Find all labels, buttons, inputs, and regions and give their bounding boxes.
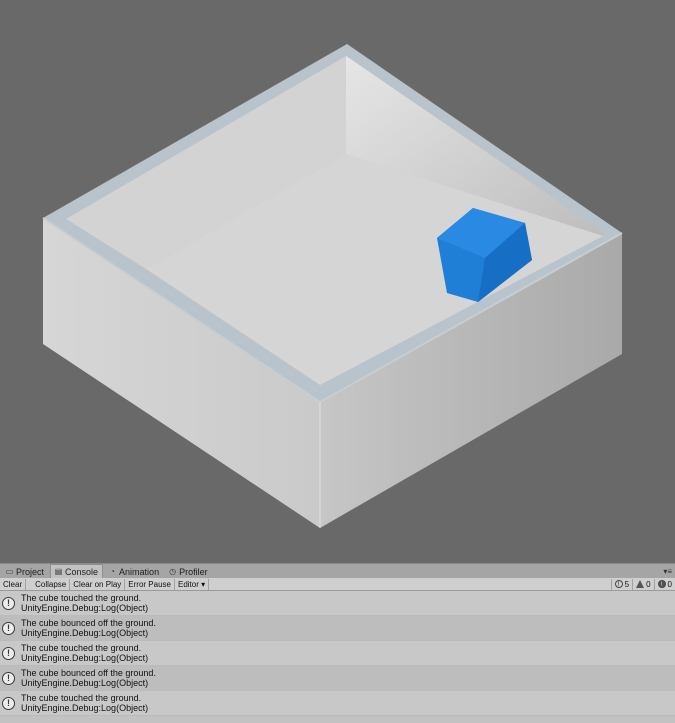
tab-project[interactable]: ▭ Project	[2, 566, 48, 578]
panel-menu-icon[interactable]: ▾≡	[663, 566, 675, 578]
log-message: The cube touched the ground.	[21, 593, 142, 603]
scene-render	[42, 44, 623, 528]
console-panel: ▭ Project ▤ Console ◔ Animation ◷ Profil…	[0, 563, 675, 723]
warning-filter-toggle[interactable]: 0	[632, 578, 653, 590]
log-stacktrace: UnityEngine.Debug:Log(Object)	[21, 703, 149, 713]
info-count: 5	[624, 579, 630, 589]
tab-label: Project	[16, 567, 45, 577]
log-entry[interactable]: ! The cube bounced off the ground. Unity…	[0, 666, 675, 691]
error-count: 0	[667, 579, 672, 589]
collapse-button[interactable]: Collapse	[32, 578, 71, 590]
editor-dropdown[interactable]: Editor ▾	[175, 578, 210, 590]
error-filter-toggle[interactable]: ! 0	[653, 578, 675, 590]
clear-button[interactable]: Clear	[0, 578, 27, 590]
tab-animation[interactable]: ◔ Animation	[105, 566, 163, 578]
log-message: The cube bounced off the ground.	[21, 618, 156, 628]
info-icon: !	[2, 671, 15, 685]
log-entry[interactable]: ! The cube touched the ground. UnityEngi…	[0, 691, 675, 716]
warning-icon	[636, 580, 645, 588]
log-stacktrace: UnityEngine.Debug:Log(Object)	[21, 628, 149, 638]
info-icon: !	[2, 621, 15, 635]
log-entry[interactable]: ! The cube bounced off the ground. Unity…	[0, 616, 675, 641]
folder-icon: ▭	[5, 567, 14, 576]
log-entry[interactable]: ! The cube touched the ground. UnityEngi…	[0, 591, 675, 616]
error-icon: !	[657, 580, 666, 588]
animation-icon: ◔	[110, 567, 115, 576]
console-toolbar: Clear Collapse Clear on Play Error Pause…	[0, 578, 675, 591]
info-icon: !	[2, 696, 15, 710]
panel-tabs: ▭ Project ▤ Console ◔ Animation ◷ Profil…	[0, 563, 675, 578]
log-stacktrace: UnityEngine.Debug:Log(Object)	[21, 678, 149, 688]
clear-on-play-button[interactable]: Clear on Play	[70, 578, 126, 590]
log-filter-counts: ! 5 0 ! 0	[610, 578, 675, 590]
console-log-list[interactable]: ! The cube touched the ground. UnityEngi…	[0, 591, 675, 716]
console-icon: ▤	[54, 566, 63, 576]
log-message: The cube touched the ground.	[21, 643, 142, 653]
tab-label: Profiler	[179, 567, 208, 577]
profiler-icon: ◷	[169, 567, 177, 576]
warning-count: 0	[646, 579, 651, 589]
info-icon: !	[2, 646, 15, 660]
log-text: The cube touched the ground. UnityEngine…	[21, 593, 148, 613]
log-message: The cube bounced off the ground.	[21, 668, 156, 678]
log-text: The cube touched the ground. UnityEngine…	[21, 693, 148, 713]
tab-label: Console	[65, 566, 99, 577]
log-stacktrace: UnityEngine.Debug:Log(Object)	[21, 653, 149, 663]
log-text: The cube touched the ground. UnityEngine…	[21, 643, 148, 663]
scene-view[interactable]	[0, 0, 675, 563]
log-message: The cube touched the ground.	[21, 693, 142, 703]
log-stacktrace: UnityEngine.Debug:Log(Object)	[21, 603, 149, 613]
info-icon: !	[2, 596, 15, 610]
tab-profiler[interactable]: ◷ Profiler	[165, 566, 212, 578]
tab-label: Animation	[119, 567, 160, 577]
log-text: The cube bounced off the ground. UnityEn…	[21, 668, 156, 688]
info-icon: !	[614, 580, 623, 588]
info-filter-toggle[interactable]: ! 5	[610, 578, 632, 590]
error-pause-button[interactable]: Error Pause	[125, 578, 175, 590]
log-entry[interactable]: ! The cube touched the ground. UnityEngi…	[0, 641, 675, 666]
tab-console[interactable]: ▤ Console	[50, 564, 104, 578]
log-text: The cube bounced off the ground. UnityEn…	[21, 618, 156, 638]
